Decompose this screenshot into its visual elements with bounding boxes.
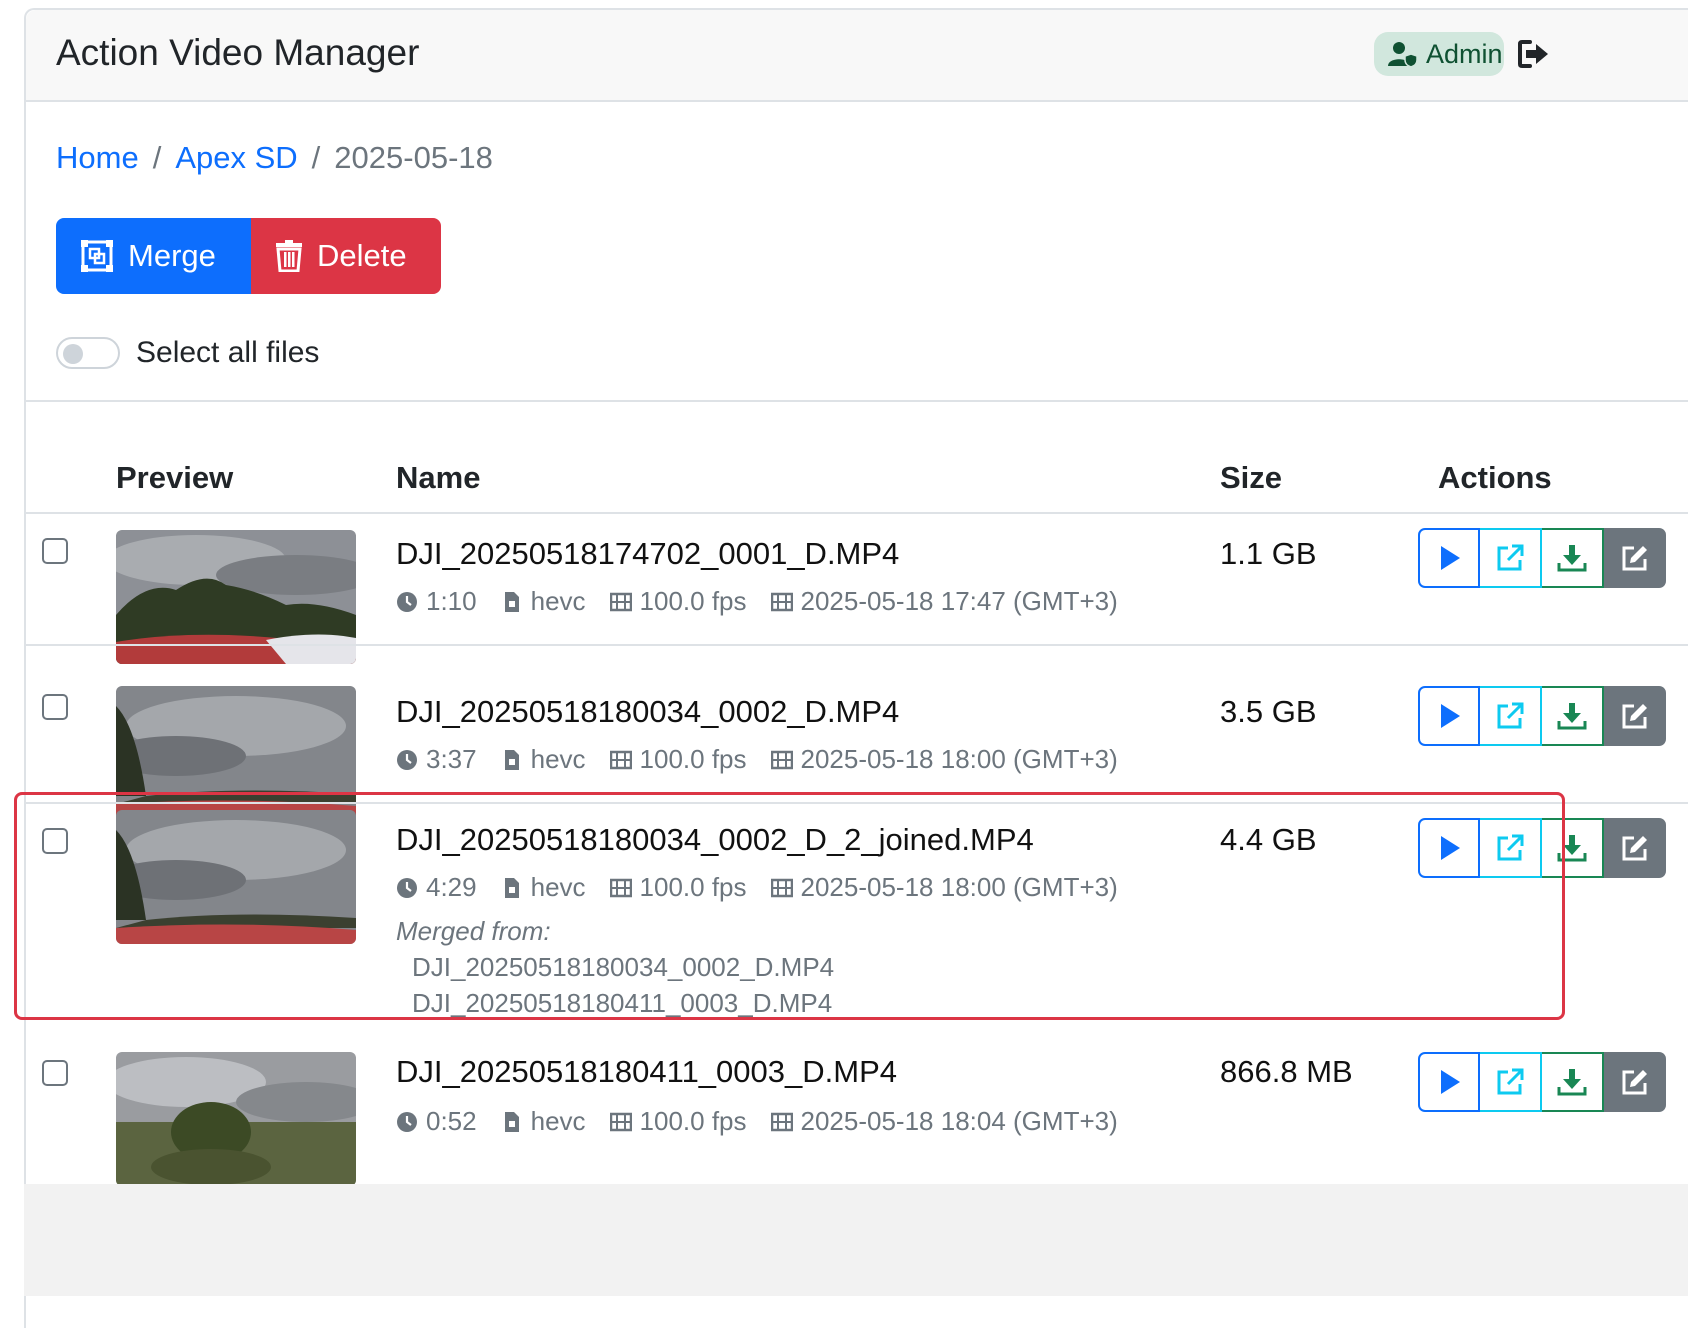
edit-button[interactable]	[1604, 528, 1666, 588]
file-size: 3.5 GB	[1220, 694, 1317, 729]
delete-label: Delete	[317, 238, 407, 273]
navbar: Action Video Manager Admin	[26, 10, 1688, 102]
user-shield-icon	[1388, 42, 1418, 67]
file-icon	[504, 749, 519, 770]
fps: 100.0 fps	[639, 744, 747, 774]
breadcrumb-separator: /	[152, 140, 162, 175]
edit-icon	[1622, 546, 1647, 571]
open-external-button[interactable]	[1480, 1052, 1542, 1112]
edit-icon	[1622, 836, 1647, 861]
row-actions	[1418, 1052, 1666, 1112]
recorded-date: 2025-05-18 18:04 (GMT+3)	[800, 1106, 1118, 1136]
recorded-date: 2025-05-18 18:00 (GMT+3)	[800, 744, 1118, 774]
duration: 0:52	[426, 1106, 477, 1136]
recorded-date: 2025-05-18 17:47 (GMT+3)	[800, 586, 1118, 616]
download-button[interactable]	[1542, 528, 1604, 588]
codec: hevc	[530, 744, 586, 774]
trash-icon	[276, 240, 302, 272]
video-thumbnail[interactable]	[116, 1052, 356, 1186]
external-link-icon	[1497, 1068, 1524, 1095]
merge-label: Merge	[128, 238, 216, 273]
download-button[interactable]	[1542, 1052, 1604, 1112]
file-name[interactable]: DJI_20250518180411_0003_D.MP4	[396, 1054, 897, 1090]
clock-icon	[397, 591, 417, 612]
merge-button[interactable]: Merge	[56, 218, 251, 294]
app-frame: Action Video Manager Admin Home / Apex S…	[24, 8, 1688, 1328]
file-size: 1.1 GB	[1220, 536, 1317, 571]
film-icon	[770, 592, 793, 611]
select-all-toggle[interactable]	[56, 337, 120, 369]
codec: hevc	[530, 1106, 586, 1136]
file-meta: 1:10 hevc 100.0 fps 2025-05-18 17:47 (GM…	[396, 586, 1142, 617]
row-checkbox[interactable]	[42, 1060, 68, 1086]
fps: 100.0 fps	[639, 586, 747, 616]
merged-row-highlight	[14, 792, 1565, 1020]
file-meta: 3:37 hevc 100.0 fps 2025-05-18 18:00 (GM…	[396, 744, 1142, 775]
play-icon	[1441, 546, 1460, 570]
download-icon	[1557, 1069, 1587, 1096]
breadcrumb-current: 2025-05-18	[334, 140, 493, 175]
header-divider	[26, 512, 1688, 514]
download-button[interactable]	[1542, 686, 1604, 746]
film-icon	[609, 1112, 632, 1131]
breadcrumb: Home / Apex SD / 2025-05-18	[56, 140, 493, 176]
row-actions	[1418, 686, 1666, 746]
film-icon	[609, 750, 632, 769]
download-icon	[1557, 545, 1587, 572]
duration: 3:37	[426, 744, 477, 774]
edit-icon	[1622, 704, 1647, 729]
breadcrumb-separator: /	[311, 140, 321, 175]
edit-button[interactable]	[1604, 686, 1666, 746]
header-actions: Actions	[1438, 460, 1552, 495]
clock-icon	[397, 749, 417, 770]
play-button[interactable]	[1418, 686, 1480, 746]
film-icon	[609, 592, 632, 611]
file-name[interactable]: DJI_20250518180034_0002_D.MP4	[396, 694, 899, 730]
header-preview: Preview	[116, 460, 234, 495]
row-checkbox[interactable]	[42, 538, 68, 564]
file-meta: 0:52 hevc 100.0 fps 2025-05-18 18:04 (GM…	[396, 1106, 1142, 1137]
film-icon	[770, 750, 793, 769]
file-name[interactable]: DJI_20250518174702_0001_D.MP4	[396, 536, 899, 572]
table-header: Preview Name Size Actions	[26, 460, 1688, 500]
play-icon	[1441, 1070, 1460, 1094]
row-actions	[1418, 528, 1666, 588]
section-divider	[26, 400, 1688, 402]
codec: hevc	[530, 586, 586, 616]
select-all-row: Select all files	[56, 336, 319, 370]
file-icon	[504, 1111, 519, 1132]
external-link-icon	[1497, 544, 1524, 571]
breadcrumb-device[interactable]: Apex SD	[175, 140, 297, 176]
play-button[interactable]	[1418, 528, 1480, 588]
merge-icon	[81, 240, 113, 272]
header-name: Name	[396, 460, 481, 495]
file-actions-group: Merge Delete	[56, 218, 441, 294]
film-icon	[770, 1112, 793, 1131]
fps: 100.0 fps	[639, 1106, 747, 1136]
play-icon	[1441, 704, 1460, 728]
user-badge-label: Admin	[1426, 38, 1503, 69]
clock-icon	[397, 1111, 417, 1132]
file-size: 866.8 MB	[1220, 1054, 1353, 1089]
next-row-partial	[24, 1184, 1688, 1296]
play-button[interactable]	[1418, 1052, 1480, 1112]
row-checkbox[interactable]	[42, 694, 68, 720]
user-badge[interactable]: Admin	[1374, 32, 1504, 76]
duration: 1:10	[426, 586, 477, 616]
open-external-button[interactable]	[1480, 528, 1542, 588]
edit-button[interactable]	[1604, 1052, 1666, 1112]
open-external-button[interactable]	[1480, 686, 1542, 746]
edit-icon	[1622, 1070, 1647, 1095]
edit-button[interactable]	[1604, 818, 1666, 878]
header-size: Size	[1220, 460, 1283, 495]
select-all-label: Select all files	[136, 336, 320, 369]
breadcrumb-home[interactable]: Home	[56, 140, 139, 176]
download-icon	[1557, 703, 1587, 730]
row-divider	[26, 644, 1688, 646]
app-title: Action Video Manager	[56, 32, 420, 73]
file-icon	[504, 591, 519, 612]
logout-icon[interactable]	[1516, 36, 1552, 72]
delete-button[interactable]: Delete	[251, 218, 441, 294]
external-link-icon	[1497, 702, 1524, 729]
